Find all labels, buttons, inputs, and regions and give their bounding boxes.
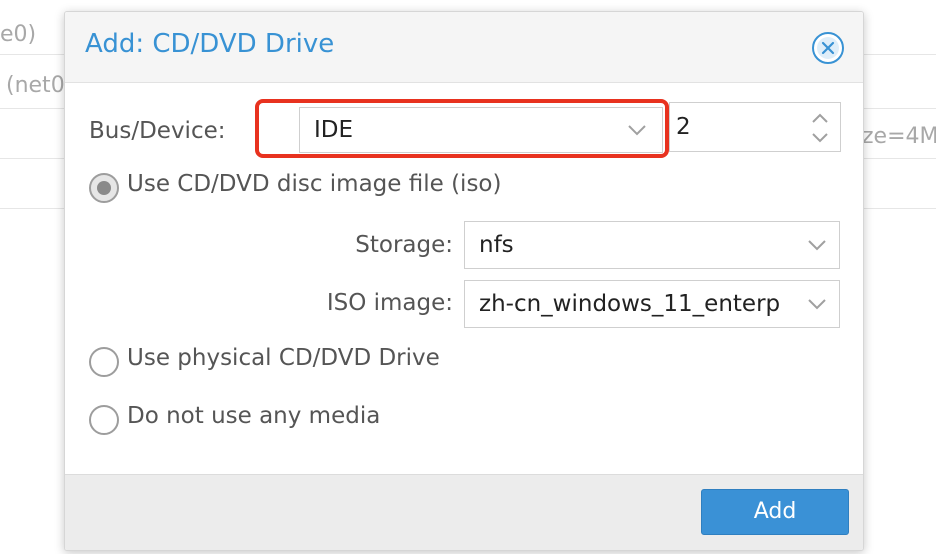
storage-select-value: nfs (479, 232, 514, 258)
close-icon[interactable] (811, 31, 845, 65)
radio-button[interactable] (89, 173, 119, 203)
radio-button[interactable] (89, 347, 119, 377)
device-number-field[interactable]: 2 (669, 102, 841, 152)
storage-label: Storage: (355, 232, 453, 258)
storage-select[interactable]: nfs (464, 221, 840, 269)
bus-select-highlight (255, 99, 669, 158)
add-cd-dvd-dialog: Add: CD/DVD Drive Bus/Device: IDE 2 Use … (64, 11, 864, 551)
chevron-down-icon (808, 240, 826, 251)
radio-button[interactable] (89, 405, 119, 435)
chevron-down-icon (808, 299, 826, 310)
background-row-text: ze=4M (862, 124, 936, 149)
radio-label: Use physical CD/DVD Drive (127, 345, 440, 371)
iso-image-select-value: zh-cn_windows_11_enterp (479, 291, 781, 317)
radio-label: Do not use any media (127, 403, 381, 429)
radio-dot (97, 181, 111, 195)
radio-use-iso[interactable]: Use CD/DVD disc image file (iso) (89, 171, 589, 205)
stepper-icon[interactable] (810, 112, 830, 144)
radio-no-media[interactable]: Do not use any media (89, 403, 449, 437)
dialog-footer: Add (65, 474, 863, 550)
background-row-text: (net0 (6, 73, 65, 98)
dialog-title: Add: CD/DVD Drive (85, 29, 335, 59)
iso-image-select[interactable]: zh-cn_windows_11_enterp (464, 280, 840, 328)
bus-device-label: Bus/Device: (89, 118, 226, 144)
device-number-value: 2 (676, 114, 691, 140)
radio-label: Use CD/DVD disc image file (iso) (127, 171, 502, 197)
radio-use-physical[interactable]: Use physical CD/DVD Drive (89, 345, 509, 379)
add-button[interactable]: Add (701, 489, 849, 535)
background-row-text: e0) (0, 22, 37, 47)
dialog-titlebar: Add: CD/DVD Drive (65, 12, 863, 83)
iso-image-label: ISO image: (326, 290, 453, 316)
